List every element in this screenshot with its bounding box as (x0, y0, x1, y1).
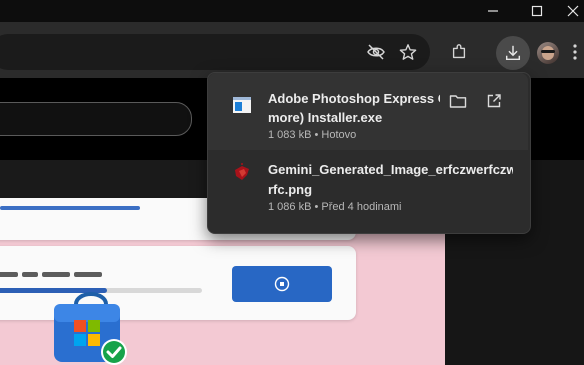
download-icon (505, 45, 521, 61)
downloads-popup: Adobe Photoshop Express Cl more) Install… (207, 72, 531, 234)
installer-icon (233, 97, 251, 113)
download-status: 1 083 kB • Hotovo (268, 129, 357, 141)
text-placeholder (42, 272, 70, 277)
text-placeholder (22, 272, 38, 277)
close-icon (567, 5, 579, 17)
browser-toolbar (0, 22, 584, 78)
profile-avatar[interactable] (537, 42, 559, 64)
open-file-button[interactable] (484, 91, 504, 111)
text-placeholder (0, 272, 18, 277)
microsoft-store-icon (54, 292, 127, 365)
text-placeholder (74, 272, 102, 277)
stop-icon (274, 276, 290, 292)
title-bar (0, 0, 584, 22)
open-external-icon (487, 94, 501, 108)
page-search-input[interactable] (0, 102, 192, 136)
minimize-icon (488, 10, 498, 12)
menu-icon[interactable] (566, 38, 584, 66)
star-icon[interactable] (394, 38, 422, 66)
download-filename: Adobe Photoshop Express Cl (268, 91, 440, 106)
stop-install-button[interactable] (232, 266, 332, 302)
eye-off-icon[interactable] (362, 38, 390, 66)
downloads-button[interactable] (496, 36, 530, 70)
minimize-button[interactable] (470, 0, 516, 22)
download-item[interactable]: Gemini_Generated_Image_erfczwerfczwe rfc… (208, 151, 528, 231)
image-file-icon (235, 163, 249, 180)
maximize-icon (531, 5, 543, 17)
download-filename-continued: rfc.png (268, 182, 313, 197)
close-button[interactable] (550, 0, 584, 22)
folder-icon (449, 95, 467, 108)
card-accent-bar (0, 206, 140, 210)
download-filename: Gemini_Generated_Image_erfczwerfczwe (268, 162, 513, 177)
download-status: 1 086 kB • Před 4 hodinami (268, 201, 402, 213)
download-filename-continued: more) Installer.exe (268, 110, 383, 125)
download-item[interactable]: Adobe Photoshop Express Cl more) Install… (208, 73, 528, 150)
extensions-icon[interactable] (445, 38, 473, 66)
show-in-folder-button[interactable] (448, 91, 468, 111)
